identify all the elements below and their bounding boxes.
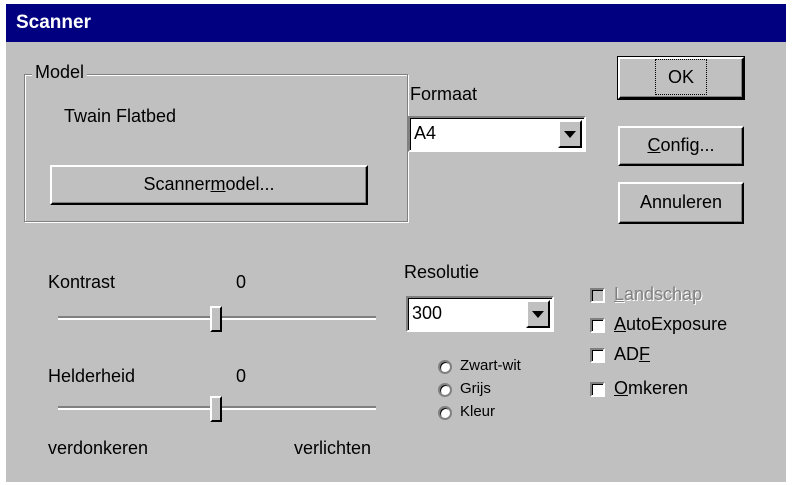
adf-label[interactable]: ADF (614, 344, 650, 365)
title-bar[interactable]: Scanner (6, 4, 786, 42)
resolution-dropdown-arrow-icon[interactable] (526, 300, 550, 328)
adf-checkbox[interactable] (590, 348, 605, 363)
scale-left-label: verdonkeren (48, 438, 149, 458)
config-button[interactable]: Config... (618, 126, 744, 166)
contrast-value: 0 (236, 272, 247, 292)
scanner-model-button[interactable]: Scannermodel... (50, 165, 368, 205)
invert-checkbox[interactable] (590, 382, 605, 397)
radio-kleur-label: Kleur (460, 403, 496, 420)
autoexposure-label[interactable]: AutoExposure (614, 314, 727, 335)
resolution-label: Resolutie (404, 262, 480, 282)
brightness-value: 0 (236, 366, 247, 386)
resolution-combobox[interactable]: 300 (406, 296, 554, 332)
radio-grijs[interactable] (438, 383, 452, 397)
brightness-slider-thumb[interactable] (210, 396, 222, 422)
invert-label[interactable]: Omkeren (614, 378, 688, 399)
model-name: Twain Flatbed (64, 106, 177, 126)
resolution-value: 300 (412, 303, 443, 323)
radio-grijs-label: Grijs (460, 380, 491, 397)
ok-button[interactable]: OK (617, 56, 745, 100)
autoexposure-checkbox[interactable] (590, 318, 605, 333)
brightness-label: Helderheid (48, 366, 136, 386)
radio-zwart-wit[interactable] (438, 360, 452, 374)
landscape-checkbox (590, 288, 605, 303)
window-title: Scanner (16, 12, 91, 33)
format-value: A4 (414, 123, 437, 143)
format-combobox[interactable]: A4 (408, 116, 586, 152)
contrast-slider-thumb[interactable] (210, 306, 222, 332)
scanner-dialog: Scanner Model Twain Flatbed Scannermodel… (6, 4, 786, 482)
format-label: Formaat (410, 84, 478, 104)
scale-right-label: verlichten (294, 438, 372, 458)
radio-zwart-wit-label: Zwart-wit (460, 357, 521, 374)
landscape-label: Landschap (614, 284, 703, 304)
cancel-button[interactable]: Annuleren (618, 182, 744, 224)
format-dropdown-arrow-icon[interactable] (558, 120, 582, 148)
contrast-label: Kontrast (48, 272, 116, 292)
radio-kleur[interactable] (438, 406, 452, 420)
model-group-legend: Model (32, 62, 88, 83)
